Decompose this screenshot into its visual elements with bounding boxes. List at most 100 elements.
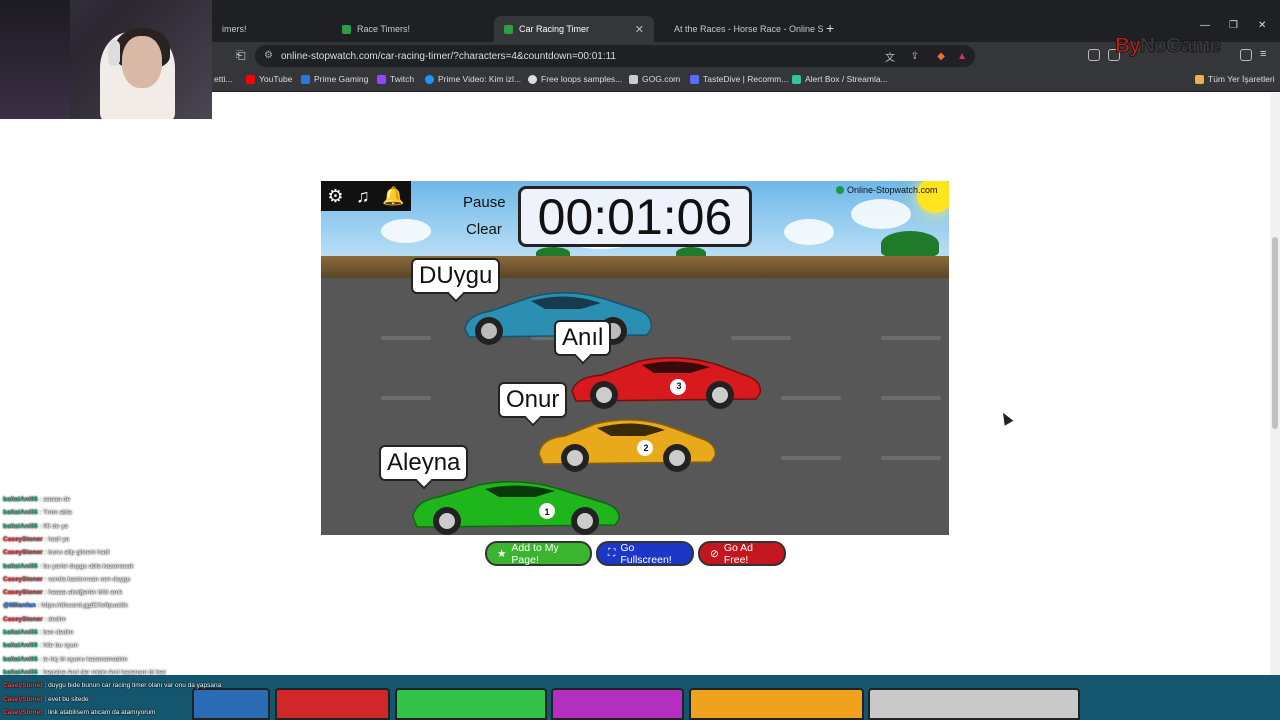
fullscreen-icon: ⛶ bbox=[608, 547, 616, 559]
bookmark-youtube[interactable]: YouTube bbox=[246, 74, 292, 84]
tab-label: imers! bbox=[222, 24, 247, 34]
pause-button[interactable]: Pause bbox=[463, 194, 506, 211]
tastedive-icon bbox=[690, 74, 699, 84]
twitch-icon bbox=[377, 74, 386, 84]
chat-message: CaseyStoner : link atabilisem atıcam da … bbox=[3, 709, 155, 716]
chat-username: baltalAni06 bbox=[3, 522, 38, 530]
chat-username: baltalAni06 bbox=[3, 562, 38, 570]
all-bookmarks-label: Tüm Yer İşaretleri bbox=[1208, 74, 1275, 84]
chat-text: : hile bu oyun bbox=[37, 642, 79, 650]
minimize-icon[interactable]: — bbox=[1200, 20, 1210, 31]
chat-message: CaseyStoner : evet bu sitede bbox=[3, 696, 89, 703]
bookmark-streamlabs[interactable]: Alert Box / Streamla... bbox=[792, 74, 888, 84]
tab-car-racing-timer[interactable]: Car Racing Timer ✕ bbox=[494, 16, 654, 42]
car-racing-game[interactable]: ⚙ ♫ 🔔 Pause Clear 00:01:06 Online-Stopwa… bbox=[321, 181, 949, 535]
menu-icon[interactable]: ≡ bbox=[1260, 48, 1266, 60]
go-ad-free-button[interactable]: ⊘ Go Ad Free! bbox=[698, 541, 786, 566]
brave-shield-icon[interactable]: ◆ bbox=[937, 51, 945, 62]
url-text: online-stopwatch.com/car-racing-timer/?c… bbox=[281, 50, 616, 62]
online-stopwatch-brand[interactable]: Online-Stopwatch.com bbox=[836, 185, 938, 195]
racer-label-aleyna: Aleyna bbox=[379, 445, 469, 481]
scrollbar-thumb[interactable] bbox=[1272, 237, 1278, 429]
chat-message: CaseyStoner : duygu bide bunun car racin… bbox=[3, 682, 221, 689]
chat-username: CaseyStoner bbox=[3, 575, 43, 583]
add-to-my-page-button[interactable]: ★ Add to My Page! bbox=[485, 541, 592, 566]
close-tab-icon[interactable]: ✕ bbox=[635, 23, 644, 36]
add-label: Add to My Page! bbox=[511, 541, 559, 566]
chat-text: : sonda bastırırsan sen duygu bbox=[42, 575, 131, 583]
chat-username: CaseyStoner bbox=[3, 682, 43, 690]
chat-text: : Tmm abla bbox=[37, 509, 72, 517]
rewards-icon[interactable]: ▲ bbox=[957, 51, 967, 62]
chat-text: : aaaaa de bbox=[37, 496, 71, 503]
bookmark-prime-gaming[interactable]: Prime Gaming bbox=[301, 74, 368, 84]
extensions-icon[interactable] bbox=[1088, 49, 1100, 61]
music-icon[interactable]: ♫ bbox=[356, 186, 370, 207]
bookmark-item[interactable]: etti... bbox=[214, 74, 232, 84]
site-info-icon[interactable]: ⚙ bbox=[264, 50, 273, 61]
logo-game: Game bbox=[1165, 34, 1221, 58]
close-window-icon[interactable]: ✕ bbox=[1258, 20, 1266, 31]
page-scrollbar[interactable] bbox=[1270, 93, 1280, 700]
car-green bbox=[412, 481, 620, 535]
taskbar-button[interactable] bbox=[689, 688, 864, 720]
translate-icon[interactable]: 文 bbox=[885, 49, 895, 64]
bookmark-tastedive[interactable]: TasteDive | Recomm... bbox=[690, 74, 788, 84]
brand-text: Online-Stopwatch.com bbox=[847, 185, 938, 195]
taskbar-button[interactable] bbox=[868, 688, 1080, 720]
lane-marking bbox=[881, 396, 941, 400]
lane-marking bbox=[881, 456, 941, 460]
chat-text: : ia hiç bi oyunu kazanamadım bbox=[37, 655, 128, 663]
bookmark-twitch[interactable]: Twitch bbox=[377, 74, 414, 84]
bookmark-label: GOG.com bbox=[642, 74, 681, 84]
tab-label: At the Races - Horse Race - Online S bbox=[674, 24, 824, 34]
chat-username: baltalAni06 bbox=[3, 629, 38, 636]
lane-marking bbox=[881, 336, 941, 340]
tab-label: Car Racing Timer bbox=[519, 24, 590, 34]
taskbar-button[interactable] bbox=[395, 688, 547, 720]
chat-message: baltalAni06 : 06 de ya bbox=[3, 523, 68, 530]
headphones bbox=[108, 40, 120, 66]
bookmark-label: Free loops samples... bbox=[541, 74, 623, 84]
chat-username: CaseyStoner bbox=[3, 615, 43, 623]
bookmark-gog[interactable]: GOG.com bbox=[629, 74, 680, 84]
bell-sound-icon[interactable]: 🔔 bbox=[382, 186, 404, 207]
share-icon[interactable]: ⇪ bbox=[911, 51, 919, 62]
stopwatch-logo-icon bbox=[836, 186, 844, 194]
adfree-label: Go Ad Free! bbox=[723, 541, 754, 566]
wallet-icon[interactable] bbox=[1240, 49, 1252, 61]
url-field[interactable]: ⚙ online-stopwatch.com/car-racing-timer/… bbox=[255, 45, 975, 67]
car-number: 1 bbox=[544, 507, 550, 517]
new-tab-icon[interactable]: + bbox=[826, 20, 834, 36]
bookmark-prime-video[interactable]: Prime Video: Kim izl... bbox=[425, 74, 521, 84]
clear-button[interactable]: Clear bbox=[466, 221, 502, 238]
chat-username: CaseyStoner bbox=[3, 589, 43, 597]
bookmark-free-loops[interactable]: Free loops samples... bbox=[528, 74, 622, 84]
settings-gear-icon[interactable]: ⚙ bbox=[327, 186, 343, 207]
favicon-icon bbox=[504, 24, 513, 34]
maximize-icon[interactable]: ❐ bbox=[1229, 20, 1238, 31]
chat-message: @Milanfan : https://discord.gg/EXe9puat3… bbox=[3, 602, 128, 609]
taskbar-button[interactable] bbox=[275, 688, 390, 720]
favicon-icon bbox=[342, 24, 351, 34]
no-ads-icon: ⊘ bbox=[710, 547, 719, 560]
screen: imers! Race Timers! Car Racing Timer ✕ A… bbox=[0, 0, 1280, 720]
car-number: 2 bbox=[643, 443, 649, 453]
chat-text: : https://discord.gg/EXe9puat3x bbox=[35, 602, 128, 610]
tab-timers[interactable]: imers! bbox=[212, 16, 330, 42]
chat-text: : link atabilisem atıcam da atamıyorum bbox=[42, 708, 156, 716]
bookmark-icon[interactable]: ⎗ bbox=[236, 48, 246, 63]
taskbar-button[interactable] bbox=[551, 688, 684, 720]
tab-at-the-races[interactable]: At the Races - Horse Race - Online S ✕ bbox=[658, 16, 824, 42]
all-bookmarks[interactable]: Tüm Yer İşaretleri bbox=[1195, 74, 1275, 84]
tab-label: Race Timers! bbox=[357, 24, 411, 34]
chat-username: baltalAni06 bbox=[3, 496, 38, 503]
chat-message: baltalAni06 : hile bu oyun bbox=[3, 642, 78, 649]
go-fullscreen-button[interactable]: ⛶ Go Fullscreen! bbox=[596, 541, 694, 566]
bynogame-logo: ByNoGame bbox=[1115, 34, 1222, 58]
logo-by: By bbox=[1115, 34, 1142, 58]
free-loops-icon bbox=[528, 74, 537, 84]
streamer-face bbox=[122, 36, 162, 88]
tab-race-timers[interactable]: Race Timers! bbox=[332, 16, 490, 42]
prime-gaming-icon bbox=[301, 74, 310, 84]
